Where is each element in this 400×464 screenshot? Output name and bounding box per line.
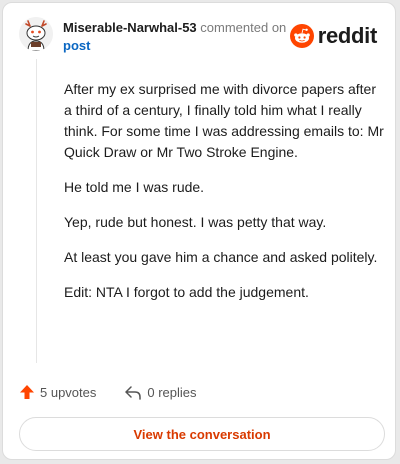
username-link[interactable]: Miserable-Narwhal-53 bbox=[63, 20, 197, 35]
user-avatar[interactable] bbox=[19, 17, 53, 51]
comment-actions: 5 upvotes 0 replies bbox=[19, 384, 197, 400]
reddit-brand[interactable]: reddit bbox=[289, 23, 378, 49]
comment-meta: Miserable-Narwhal-53 commented on post bbox=[63, 19, 303, 55]
comment-body: After my ex surprised me with divorce pa… bbox=[64, 79, 384, 317]
upvote-arrow-icon[interactable] bbox=[19, 384, 35, 400]
commented-on-text: commented on bbox=[200, 20, 287, 35]
reply-count: 0 replies bbox=[147, 384, 197, 400]
upvote-count: 5 upvotes bbox=[40, 384, 97, 400]
reply-arrow-icon[interactable] bbox=[124, 384, 142, 400]
view-conversation-button[interactable]: View the conversation bbox=[19, 417, 385, 451]
reddit-logo-icon bbox=[289, 24, 314, 48]
view-conversation-label: View the conversation bbox=[133, 426, 271, 442]
reddit-wordmark: reddit bbox=[317, 23, 378, 48]
upvote-action[interactable]: 5 upvotes bbox=[19, 384, 96, 400]
comment-paragraph: After my ex surprised me with divorce pa… bbox=[64, 81, 384, 160]
comment-paragraph: At least you gave him a chance and asked… bbox=[64, 249, 378, 265]
comment-paragraph: Yep, rude but honest. I was petty that w… bbox=[64, 214, 327, 230]
comment-paragraph: He told me I was rude. bbox=[64, 179, 205, 195]
reply-action[interactable]: 0 replies bbox=[124, 384, 197, 400]
post-link[interactable]: post bbox=[63, 37, 303, 55]
thread-line bbox=[36, 59, 37, 363]
comment-paragraph: Edit: NTA I forgot to add the judgement. bbox=[64, 284, 309, 300]
snoo-avatar-icon bbox=[19, 17, 53, 51]
comment-card: Miserable-Narwhal-53 commented on post r… bbox=[2, 2, 396, 460]
